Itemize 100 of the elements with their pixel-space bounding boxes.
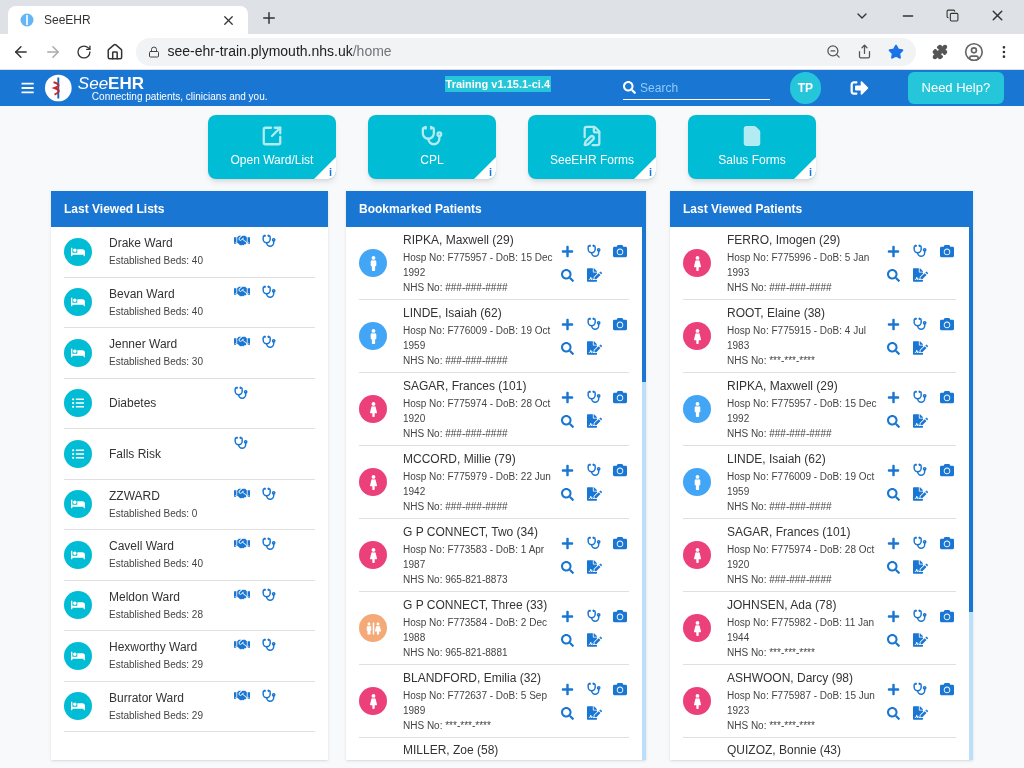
browser-tab[interactable]: SeeEHR (8, 6, 248, 34)
add-icon[interactable] (886, 682, 902, 696)
document-signature-icon[interactable] (586, 414, 601, 428)
handshake-icon[interactable] (234, 587, 250, 601)
stethoscope-icon[interactable] (586, 390, 601, 404)
list-name[interactable]: Hexworthy Ward (109, 639, 203, 656)
document-signature-icon[interactable] (913, 560, 928, 574)
patient-name[interactable]: LINDE, Isaiah (62) (727, 450, 887, 467)
camera-icon[interactable] (939, 463, 954, 477)
extensions-icon[interactable] (932, 43, 949, 60)
search-icon[interactable] (886, 414, 902, 428)
document-signature-icon[interactable] (913, 633, 928, 647)
stethoscope-icon[interactable] (913, 609, 928, 623)
add-icon[interactable] (560, 682, 575, 696)
patient-name[interactable]: G P CONNECT, Two (34) (403, 523, 561, 540)
stethoscope-icon[interactable] (262, 688, 276, 703)
add-icon[interactable] (886, 317, 902, 331)
patient-name[interactable]: RIPKA, Maxwell (29) (727, 377, 887, 394)
add-icon[interactable] (560, 390, 575, 404)
camera-icon[interactable] (939, 609, 954, 623)
document-signature-icon[interactable] (586, 560, 601, 574)
search-icon[interactable] (886, 341, 902, 355)
stethoscope-icon[interactable] (234, 385, 248, 400)
stethoscope-icon[interactable] (913, 536, 928, 550)
document-signature-icon[interactable] (586, 487, 601, 501)
shortcut-tile[interactable]: CPL i (368, 115, 496, 179)
add-icon[interactable] (560, 244, 575, 258)
stethoscope-icon[interactable] (262, 234, 276, 248)
handshake-icon[interactable] (234, 537, 250, 550)
bookmark-star-icon[interactable] (888, 43, 905, 60)
scrollbar[interactable] (642, 227, 646, 760)
search-field[interactable]: Search (640, 78, 771, 97)
stethoscope-icon[interactable] (262, 335, 276, 349)
share-icon[interactable] (857, 44, 873, 59)
search-icon[interactable] (886, 560, 902, 574)
list-name[interactable]: Cavell Ward (109, 538, 203, 555)
camera-icon[interactable] (612, 609, 627, 623)
document-signature-icon[interactable] (586, 268, 601, 282)
patient-name[interactable]: ROOT, Elaine (38) (727, 304, 887, 321)
stethoscope-icon[interactable] (586, 244, 601, 258)
camera-icon[interactable] (939, 536, 954, 550)
search-icon[interactable] (560, 341, 575, 355)
search-icon[interactable] (560, 560, 575, 574)
patient-name[interactable]: G P CONNECT, Three (33) (403, 596, 561, 613)
info-corner[interactable]: i (794, 157, 816, 179)
document-signature-icon[interactable] (586, 633, 601, 647)
patient-name[interactable]: SAGAR, Frances (101) (727, 523, 887, 540)
patient-name[interactable]: FERRO, Imogen (29) (727, 231, 887, 248)
search-icon[interactable] (560, 706, 575, 720)
restore-icon[interactable] (946, 9, 959, 22)
handshake-icon[interactable] (234, 335, 250, 348)
patient-name[interactable]: ASHWOON, Darcy (98) (727, 669, 887, 686)
search-icon[interactable] (560, 487, 575, 501)
info-corner[interactable]: i (474, 157, 496, 179)
stethoscope-icon[interactable] (262, 486, 276, 501)
address-bar[interactable]: see-ehr-train.plymouth.nhs.uk/home (135, 37, 917, 66)
patient-name[interactable]: JOHNSEN, Ada (78) (727, 596, 887, 613)
add-icon[interactable] (560, 463, 575, 477)
stethoscope-icon[interactable] (234, 436, 248, 450)
add-icon[interactable] (886, 390, 902, 404)
search-icon[interactable] (886, 633, 902, 647)
patient-name[interactable]: MILLER, Zoe (58) (403, 741, 629, 759)
profile-icon[interactable] (964, 41, 985, 62)
document-signature-icon[interactable] (913, 268, 928, 282)
list-name[interactable]: Jenner Ward (109, 336, 203, 353)
patient-name[interactable]: QUIZOZ, Bonnie (43) (727, 741, 956, 759)
stethoscope-icon[interactable] (913, 317, 928, 331)
reload-icon[interactable] (75, 43, 92, 60)
add-icon[interactable] (886, 536, 902, 550)
stethoscope-icon[interactable] (586, 609, 601, 623)
info-corner[interactable]: i (314, 157, 336, 179)
search-icon[interactable] (560, 633, 575, 647)
document-signature-icon[interactable] (913, 414, 928, 428)
stethoscope-icon[interactable] (262, 638, 276, 652)
camera-icon[interactable] (612, 390, 627, 404)
list-name[interactable]: ZZWARD (109, 487, 198, 504)
stethoscope-icon[interactable] (262, 537, 276, 551)
list-name[interactable]: Falls Risk (109, 445, 161, 462)
handshake-icon[interactable] (234, 486, 250, 500)
document-signature-icon[interactable] (913, 487, 928, 501)
camera-icon[interactable] (612, 317, 627, 331)
logout-icon[interactable] (849, 79, 869, 97)
camera-icon[interactable] (612, 682, 627, 696)
search-icon[interactable] (886, 706, 902, 720)
add-icon[interactable] (560, 536, 575, 550)
patient-name[interactable]: BLANDFORD, Emilia (32) (403, 669, 561, 686)
patient-name[interactable]: SAGAR, Frances (101) (403, 377, 561, 394)
camera-icon[interactable] (939, 390, 954, 404)
handshake-icon[interactable] (234, 284, 250, 298)
document-signature-icon[interactable] (913, 706, 928, 720)
stethoscope-icon[interactable] (262, 587, 276, 602)
camera-icon[interactable] (612, 463, 627, 477)
info-corner[interactable]: i (634, 157, 656, 179)
document-signature-icon[interactable] (586, 706, 601, 720)
patient-name[interactable]: RIPKA, Maxwell (29) (403, 231, 561, 248)
list-name[interactable]: Bevan Ward (109, 285, 203, 302)
stethoscope-icon[interactable] (586, 536, 601, 550)
add-icon[interactable] (886, 244, 902, 258)
zoom-out-icon[interactable] (826, 44, 842, 59)
stethoscope-icon[interactable] (262, 284, 276, 299)
